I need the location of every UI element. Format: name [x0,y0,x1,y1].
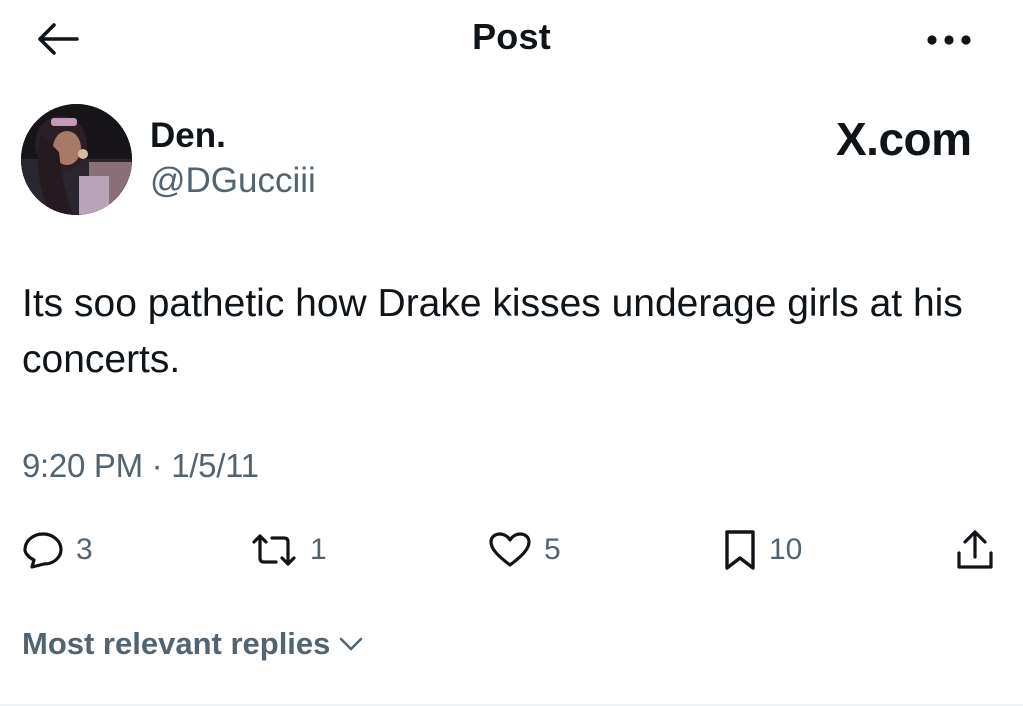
reply-count: 3 [76,533,93,566]
top-bar: Post [0,0,1023,80]
bookmark-button[interactable]: 10 [723,524,802,576]
chevron-down-icon [338,636,364,652]
avatar[interactable] [21,104,132,215]
brand-watermark: X.com [836,113,972,165]
post-text: Its soo pathetic how Drake kisses undera… [22,282,963,381]
bookmark-icon [725,530,755,570]
replies-sort-dropdown[interactable]: Most relevant replies [22,626,364,662]
repost-button[interactable]: 1 [250,524,327,576]
reply-button[interactable]: 3 [22,524,93,576]
author-display-name[interactable]: Den. [150,116,226,156]
repost-icon [252,534,296,566]
post-timestamp[interactable]: 9:20 PM · 1/5/11 [22,447,259,485]
heart-icon [489,532,531,567]
share-button[interactable] [955,524,995,576]
like-count: 5 [544,533,561,566]
author-handle[interactable]: @DGucciii [150,161,316,201]
repost-count: 1 [310,533,327,566]
more-options-button[interactable] [918,20,980,60]
page-title: Post [472,16,551,57]
reply-icon [23,532,63,569]
share-icon [957,530,993,569]
profile-photo [21,104,132,215]
ellipsis-icon [927,35,971,45]
replies-sort-label: Most relevant replies [22,626,331,661]
like-button[interactable]: 5 [488,524,561,576]
bookmark-count: 10 [769,533,803,566]
